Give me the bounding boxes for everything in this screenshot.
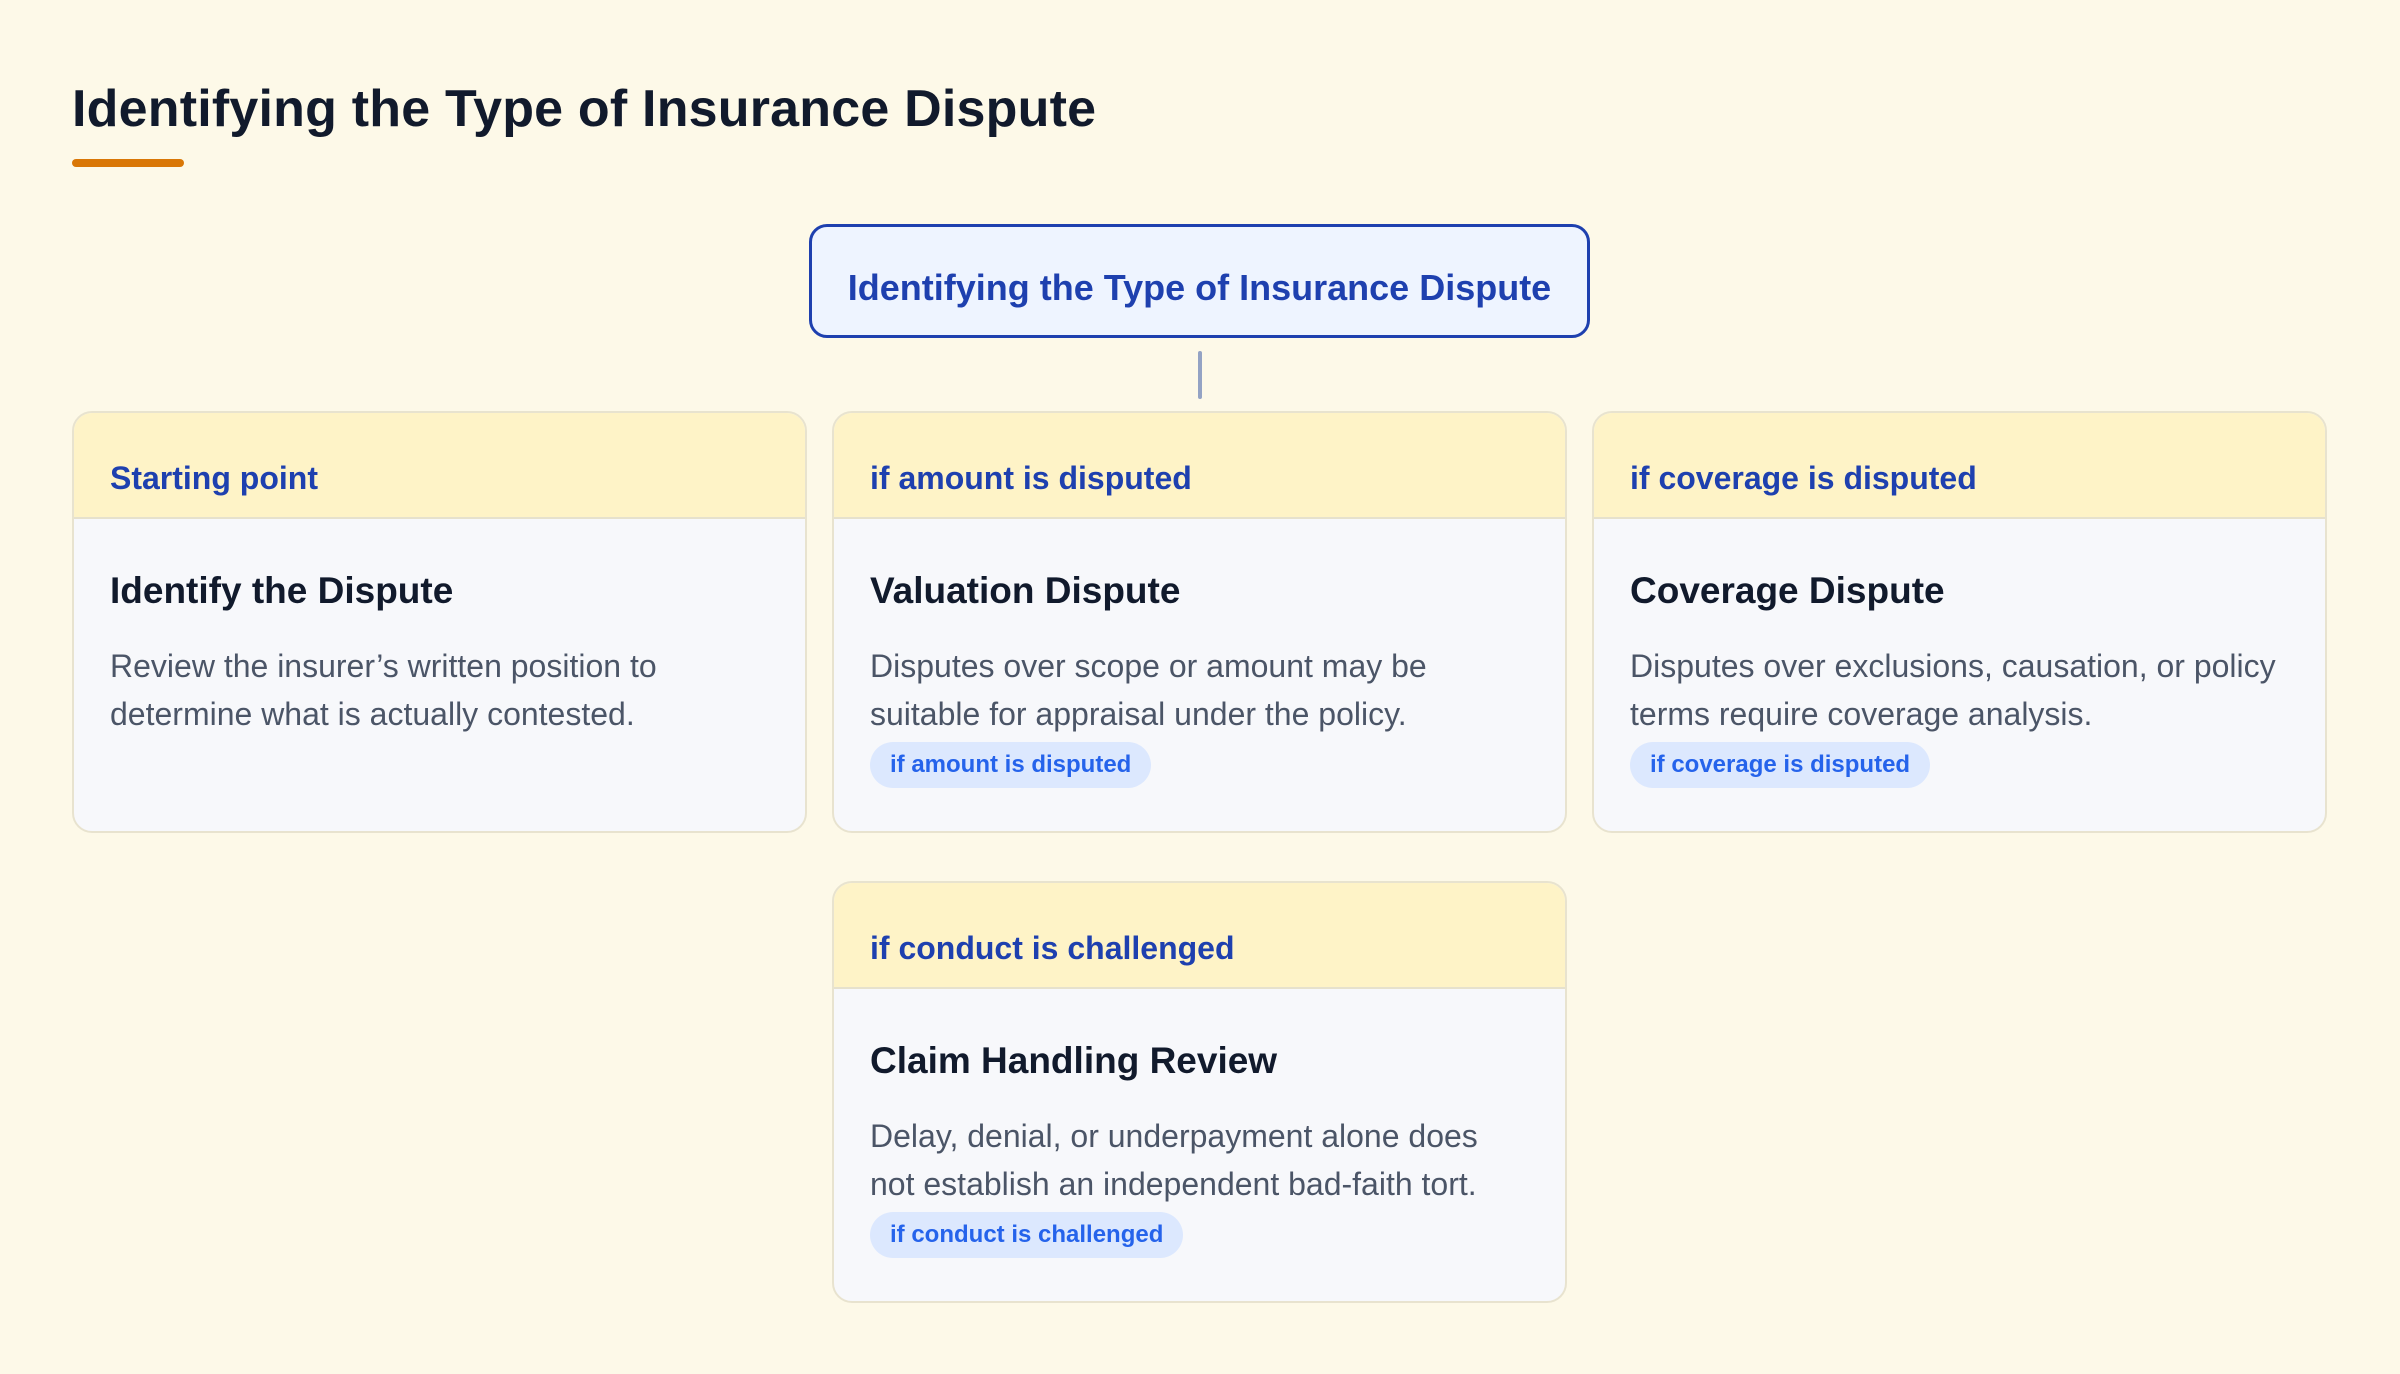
card-body: Valuation Dispute Disputes over scope or… bbox=[834, 519, 1565, 788]
condition-tag: if conduct is challenged bbox=[870, 1211, 1184, 1258]
card-title: Identify the Dispute bbox=[110, 570, 454, 611]
title-underline bbox=[72, 159, 184, 167]
card-description: Disputes over exclusions, causation, or … bbox=[1630, 647, 2276, 732]
card-body: Identify the Dispute Review the insurer’… bbox=[74, 519, 805, 738]
card-description: Delay, denial, or underpayment alone doe… bbox=[870, 1117, 1478, 1202]
card-header: if coverage is disputed bbox=[1594, 413, 2325, 519]
root-node-label: Identifying the Type of Insurance Disput… bbox=[847, 267, 1552, 308]
card-title: Valuation Dispute bbox=[870, 570, 1181, 611]
card-header: if amount is disputed bbox=[834, 413, 1565, 519]
card-header-label: Starting point bbox=[110, 460, 318, 496]
card-coverage-dispute: if coverage is disputed Coverage Dispute… bbox=[1592, 411, 2327, 833]
page-title: Identifying the Type of Insurance Disput… bbox=[72, 80, 1097, 138]
card-header-label: if amount is disputed bbox=[870, 460, 1192, 496]
card-header-label: if coverage is disputed bbox=[1630, 460, 1977, 496]
card-title: Claim Handling Review bbox=[870, 1040, 1278, 1081]
card-title: Coverage Dispute bbox=[1630, 570, 1945, 611]
card-description: Review the insurer’s written position to… bbox=[110, 647, 657, 732]
card-claim-handling-review: if conduct is challenged Claim Handling … bbox=[832, 881, 1567, 1303]
card-header: Starting point bbox=[74, 413, 805, 519]
card-body: Claim Handling Review Delay, denial, or … bbox=[834, 989, 1565, 1258]
condition-tag: if amount is disputed bbox=[870, 741, 1152, 788]
card-description: Disputes over scope or amount may be sui… bbox=[870, 647, 1427, 732]
card-header: if conduct is challenged bbox=[834, 883, 1565, 989]
card-header-label: if conduct is challenged bbox=[870, 930, 1235, 966]
card-body: Coverage Dispute Disputes over exclusion… bbox=[1594, 519, 2325, 788]
connector-line bbox=[1198, 351, 1202, 399]
condition-tag: if coverage is disputed bbox=[1630, 741, 1931, 788]
card-identify-dispute: Starting point Identify the Dispute Revi… bbox=[72, 411, 807, 833]
root-node: Identifying the Type of Insurance Disput… bbox=[809, 224, 1590, 338]
card-valuation-dispute: if amount is disputed Valuation Dispute … bbox=[832, 411, 1567, 833]
